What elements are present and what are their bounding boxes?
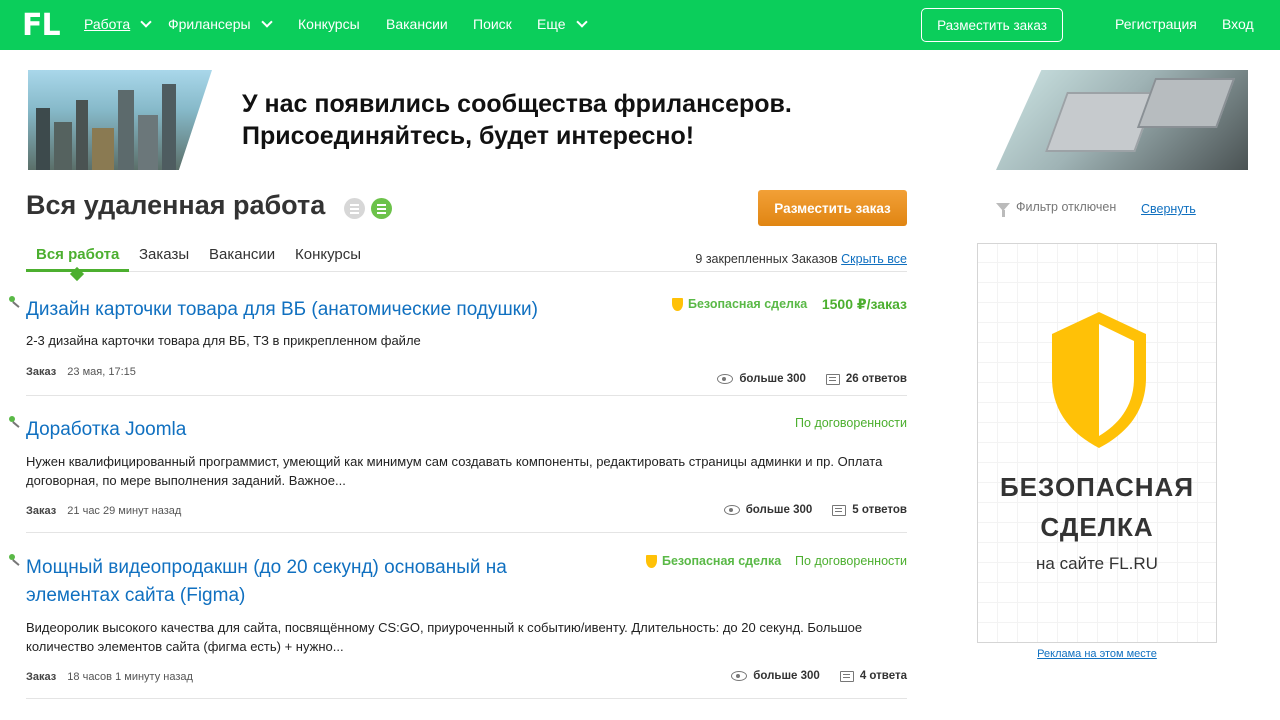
nav-item-work[interactable]: Работа <box>84 15 152 32</box>
chevron-down-icon <box>575 15 588 28</box>
hide-all-link[interactable]: Скрыть все <box>841 252 907 266</box>
pin-icon <box>9 416 23 430</box>
project-time: 23 мая, 17:15 <box>67 366 136 378</box>
nav-item-more[interactable]: Еще <box>537 15 588 32</box>
project-price: По договоренности <box>795 416 907 430</box>
shield-icon <box>672 297 683 311</box>
job-tabs: Вся работа Заказы Вакансии Конкурсы 9 за… <box>26 244 907 282</box>
top-navbar: FL Работа Фрилансеры Конкурсы Вакансии П… <box>0 0 1280 50</box>
comment-icon <box>832 504 847 516</box>
project-price: 1500 ₽/заказ <box>821 296 907 312</box>
tab-all-work[interactable]: Вся работа <box>36 246 119 263</box>
project-stats: больше 300 4 ответа <box>731 670 907 682</box>
detail-view-icon[interactable] <box>371 198 392 219</box>
filter-icon <box>996 203 1010 217</box>
shield-icon <box>646 554 657 568</box>
login-link[interactable]: Вход <box>1222 16 1254 32</box>
safe-deal-badge: Безопасная сделка <box>672 297 807 311</box>
list-view-icon[interactable] <box>344 198 365 219</box>
project-item: Доработка Joomla По договоренности Нужен… <box>9 416 907 533</box>
project-title[interactable]: Мощный видеопродакшн (до 20 секунд) осно… <box>26 554 586 610</box>
pinned-count: 9 закрепленных Заказов <box>695 252 838 266</box>
nav-item-label: Вакансии <box>386 16 448 32</box>
safe-deal-label: Безопасная сделка <box>662 554 782 568</box>
safe-deal-badge: Безопасная сделка <box>646 554 781 568</box>
place-order-button[interactable]: Разместить заказ <box>758 190 907 226</box>
nav-item-label: Еще <box>537 16 566 32</box>
banner-line-1: У нас появились сообщества фрилансеров. <box>242 90 792 118</box>
filter-status-label: Фильтр отключен <box>1016 200 1117 214</box>
tab-contests[interactable]: Конкурсы <box>295 246 361 263</box>
nav-item-search[interactable]: Поиск <box>473 16 512 32</box>
nav-item-freelancers[interactable]: Фрилансеры <box>168 15 273 32</box>
project-title[interactable]: Дизайн карточки товара для ВБ (анатомиче… <box>26 296 666 324</box>
tab-orders[interactable]: Заказы <box>139 246 189 263</box>
safe-deal-label: Безопасная сделка <box>688 297 808 311</box>
eye-icon <box>723 505 740 515</box>
register-link[interactable]: Регистрация <box>1115 16 1197 32</box>
nav-item-contests[interactable]: Конкурсы <box>298 16 360 32</box>
project-meta: Заказ 21 час 29 минут назад <box>26 505 181 517</box>
eye-icon <box>731 671 748 681</box>
pin-icon <box>9 554 23 568</box>
nav-item-label: Работа <box>84 16 131 32</box>
responses-count[interactable]: 5 ответов <box>852 504 907 516</box>
project-description: Видеоролик высокого качества для сайта, … <box>26 620 863 654</box>
fl-logo[interactable]: FL <box>22 8 61 43</box>
filter-status: Фильтр отключен <box>996 200 1117 217</box>
project-item: Дизайн карточки товара для ВБ (анатомиче… <box>9 296 907 396</box>
project-item: Мощный видеопродакшн (до 20 секунд) осно… <box>9 554 907 699</box>
city-image <box>28 70 212 170</box>
nav-item-vacancies[interactable]: Вакансии <box>386 16 448 32</box>
pin-icon <box>9 296 23 310</box>
project-meta: Заказ 18 часов 1 минуту назад <box>26 671 193 683</box>
project-stats: больше 300 26 ответов <box>717 373 907 385</box>
project-time: 18 часов 1 минуту назад <box>67 671 193 683</box>
ad-subtitle: на сайте FL.RU <box>1036 554 1158 573</box>
project-meta: Заказ 23 мая, 17:15 <box>26 366 136 378</box>
responses-count[interactable]: 4 ответа <box>860 670 907 682</box>
project-type: Заказ <box>26 671 57 683</box>
views-count: больше 300 <box>745 504 813 516</box>
ad-placement-link[interactable]: Реклама на этом месте <box>977 648 1217 660</box>
project-type: Заказ <box>26 366 57 378</box>
promo-banner[interactable]: У нас появились сообщества фрилансеров. … <box>28 70 1248 170</box>
views-count: больше 300 <box>739 373 806 385</box>
chevron-down-icon <box>140 15 152 28</box>
project-type: Заказ <box>26 505 57 517</box>
project-description: 2-3 дизайна карточки товара для ВБ, ТЗ в… <box>26 333 421 348</box>
tab-vacancies[interactable]: Вакансии <box>209 246 275 263</box>
page-title: Вся удаленная работа <box>26 190 326 220</box>
project-price: По договоренности <box>795 554 907 568</box>
nav-item-label: Конкурсы <box>298 16 360 32</box>
laptop-image <box>996 70 1248 170</box>
project-title[interactable]: Доработка Joomla <box>26 416 666 444</box>
place-order-button-header[interactable]: Разместить заказ <box>921 8 1063 42</box>
project-stats: больше 300 5 ответов <box>723 504 907 516</box>
comment-icon <box>839 670 854 682</box>
views-count: больше 300 <box>753 670 820 682</box>
banner-line-2: Присоединяйтесь, будет интересно! <box>242 122 695 150</box>
ad-title-line-2: СДЕЛКА <box>1040 512 1154 542</box>
chevron-down-icon <box>260 15 273 28</box>
comment-icon <box>825 373 840 385</box>
ad-title-line-1: БЕЗОПАСНАЯ <box>999 472 1195 502</box>
safe-deal-ad[interactable]: БЕЗОПАСНАЯ СДЕЛКА на сайте FL.RU <box>977 243 1217 643</box>
responses-count[interactable]: 26 ответов <box>846 373 907 385</box>
banner-text: У нас появились сообщества фрилансеров. … <box>242 88 792 152</box>
project-time: 21 час 29 минут назад <box>67 505 182 517</box>
shield-icon <box>1052 312 1146 448</box>
eye-icon <box>717 374 734 384</box>
project-description: Нужен квалифицированный программист, уме… <box>26 454 883 488</box>
nav-item-label: Поиск <box>473 16 512 32</box>
collapse-link[interactable]: Свернуть <box>1141 202 1196 216</box>
pinned-info: 9 закрепленных Заказов Скрыть все <box>695 252 907 266</box>
nav-item-label: Фрилансеры <box>168 16 251 32</box>
